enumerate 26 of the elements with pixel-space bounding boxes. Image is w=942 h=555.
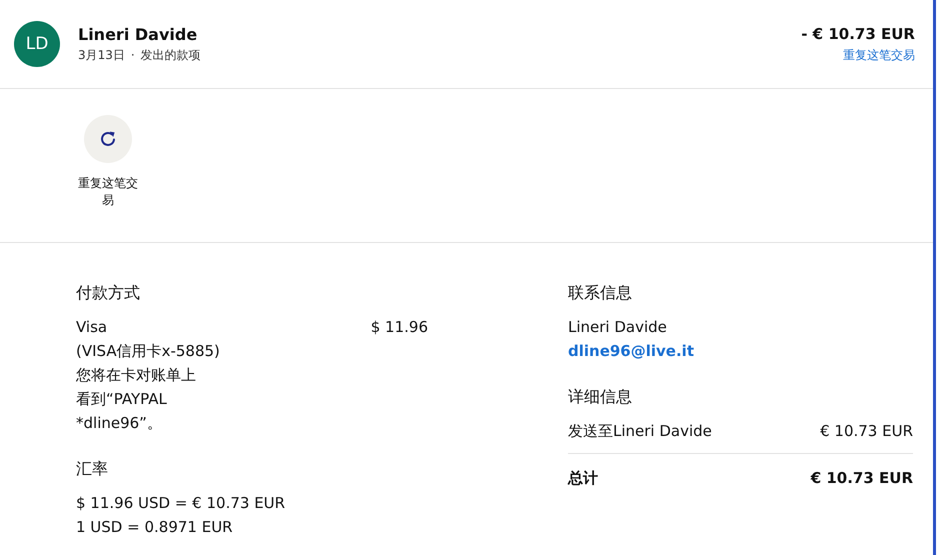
separator-dot: · bbox=[130, 48, 135, 62]
avatar: LD bbox=[14, 21, 60, 67]
card-name: (VISA信用卡x-5885) bbox=[76, 341, 221, 362]
payee-name: Lineri Davide bbox=[78, 24, 198, 44]
total-value: € 10.73 EUR bbox=[810, 468, 913, 489]
detail-label: 发送至Lineri Davide bbox=[568, 421, 712, 442]
section-heading: 付款方式 bbox=[76, 282, 141, 304]
total-label: 总计 bbox=[568, 468, 598, 489]
contact-name: Lineri Davide bbox=[568, 317, 668, 338]
transaction-amount: - € 10.73 EUR bbox=[801, 24, 915, 42]
action-label: 重复这笔交易 bbox=[77, 175, 139, 209]
statement-note: 您将在卡对账单上看到“PAYPAL *dline96”。 bbox=[76, 365, 197, 434]
repeat-link[interactable]: 重复这笔交易 bbox=[843, 46, 915, 64]
transaction-type: 发出的款项 bbox=[140, 48, 201, 62]
exchange-rate: 1 USD = 0.8971 EUR bbox=[76, 517, 234, 538]
section-heading: 联系信息 bbox=[568, 282, 633, 304]
payment-amount: $ 11.96 bbox=[370, 317, 428, 338]
payment-method: Visa bbox=[76, 317, 108, 338]
repeat-button[interactable] bbox=[84, 115, 132, 163]
section-heading: 汇率 bbox=[76, 458, 109, 480]
transaction-date: 3月13日 bbox=[78, 48, 125, 62]
refresh-icon bbox=[98, 129, 118, 149]
exchange-rate: $ 11.96 USD = € 10.73 EUR bbox=[76, 493, 286, 514]
section-heading: 详细信息 bbox=[568, 386, 633, 408]
email-link[interactable]: dline96@live.it bbox=[568, 339, 694, 363]
detail-value: € 10.73 EUR bbox=[820, 421, 913, 442]
